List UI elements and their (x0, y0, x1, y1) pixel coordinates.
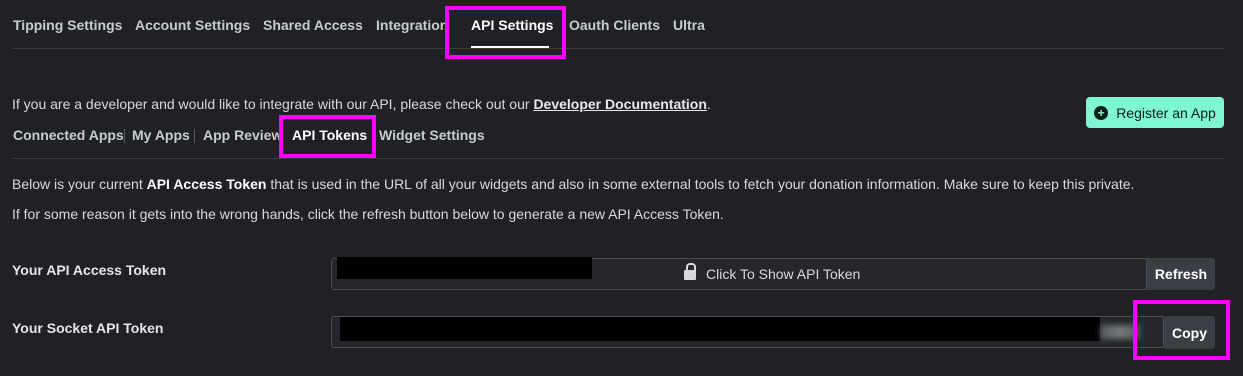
lock-icon (684, 263, 696, 280)
register-app-button[interactable]: + Register an App (1086, 97, 1224, 128)
developer-documentation-link[interactable]: Developer Documentation (533, 96, 706, 112)
tabs-divider (12, 48, 1225, 49)
redaction-block (340, 317, 1100, 341)
desc-text: that is used in the URL of all your widg… (266, 176, 1135, 192)
desc-text: Below is your current (12, 176, 147, 192)
refresh-button[interactable]: Refresh (1147, 258, 1215, 290)
subtab-app-review[interactable]: App Review (203, 127, 282, 143)
show-token-label: Click To Show API Token (706, 266, 861, 282)
tab-tipping-settings[interactable]: Tipping Settings (13, 17, 122, 33)
show-api-token-button[interactable]: Click To Show API Token (684, 263, 861, 282)
tab-ultra[interactable]: Ultra (673, 17, 705, 33)
intro-suffix: . (706, 96, 711, 112)
socket-token-label: Your Socket API Token (12, 320, 164, 336)
register-app-label: Register an App (1116, 104, 1216, 121)
tab-oauth-clients[interactable]: Oauth Clients (569, 17, 660, 33)
highlight-api-settings-tab (445, 6, 566, 59)
developer-intro: If you are a developer and would like to… (12, 96, 711, 112)
token-description-line1: Below is your current API Access Token t… (12, 176, 1134, 192)
tab-shared-access[interactable]: Shared Access (263, 17, 363, 33)
tab-account-settings[interactable]: Account Settings (135, 17, 250, 33)
tab-integration[interactable]: Integration (376, 17, 448, 33)
subtab-separator (194, 129, 195, 143)
highlight-copy-button (1133, 300, 1230, 360)
desc-bold: API Access Token (146, 176, 267, 192)
subtabs-divider (12, 158, 1225, 159)
redaction-block (337, 257, 592, 279)
subtab-my-apps[interactable]: My Apps (132, 127, 190, 143)
subtab-connected-apps[interactable]: Connected Apps (13, 127, 124, 143)
api-token-label: Your API Access Token (12, 262, 167, 278)
subtab-widget-settings[interactable]: Widget Settings (379, 127, 485, 143)
plus-circle-icon: + (1094, 105, 1109, 120)
intro-text: If you are a developer and would like to… (12, 96, 534, 112)
subtab-separator (124, 129, 125, 143)
token-description-line2: If for some reason it gets into the wron… (12, 206, 724, 222)
highlight-api-tokens-subtab (279, 115, 376, 158)
